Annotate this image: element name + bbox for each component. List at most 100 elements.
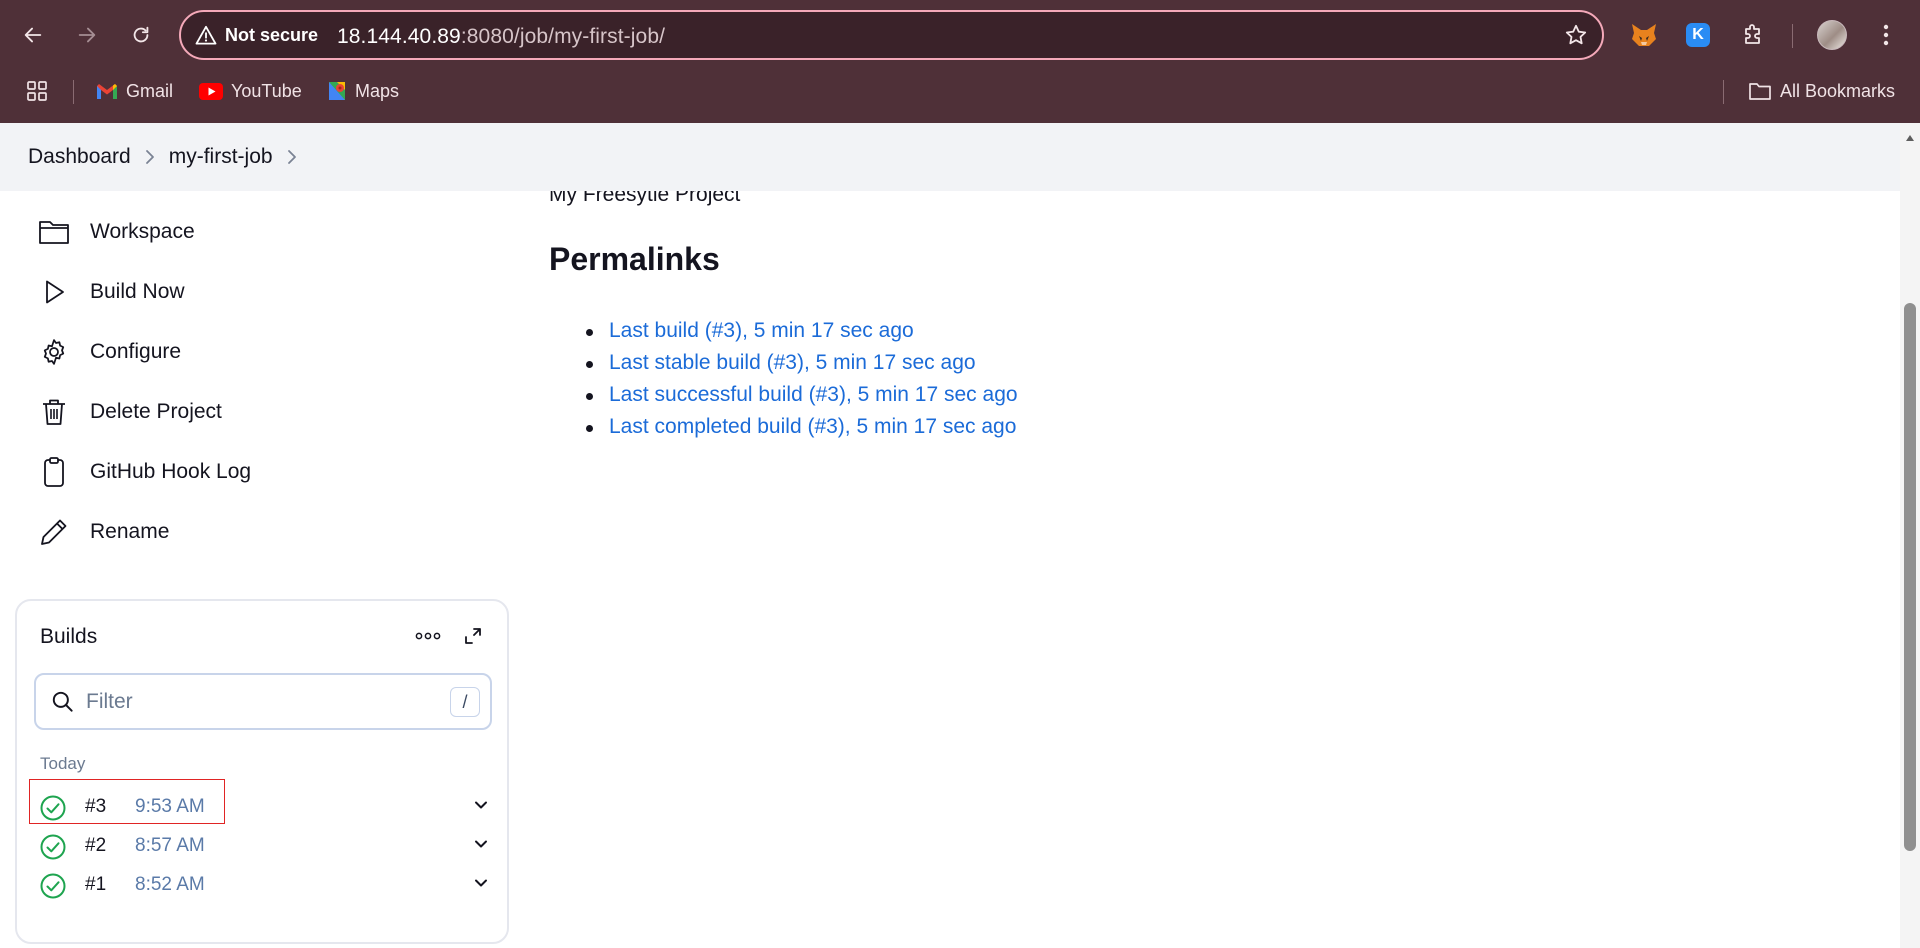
apps-button[interactable] <box>26 78 48 104</box>
security-label: Not secure <box>225 24 319 45</box>
task-build-now[interactable]: Build Now <box>38 272 185 312</box>
puzzle-icon <box>1745 24 1760 44</box>
page-scrollbar[interactable] <box>1900 123 1920 948</box>
permalink-last-build[interactable]: Last build (#3), 5 min 17 sec ago <box>582 319 1018 351</box>
build-number[interactable]: #3 <box>85 796 106 818</box>
task-label: GitHub Hook Log <box>90 460 252 483</box>
build-time: 9:53 AM <box>135 796 205 817</box>
build-group-label: Today <box>40 754 86 773</box>
task-label: Configure <box>90 340 182 363</box>
builds-more-button[interactable] <box>410 621 446 651</box>
arrow-right-icon <box>78 27 96 43</box>
build-number[interactable]: #2 <box>85 835 106 857</box>
reload-button[interactable] <box>124 18 158 52</box>
task-label: Rename <box>90 520 170 543</box>
builds-title: Builds <box>40 625 98 648</box>
bookmark-label: Gmail <box>126 80 174 101</box>
jenkins-page: My Freesytle Project Dashboard my-first-… <box>0 123 1920 948</box>
scrollbar-thumb[interactable] <box>1904 303 1916 851</box>
scroll-up-arrow-icon[interactable] <box>1905 129 1915 147</box>
task-delete-project[interactable]: Delete Project <box>38 392 222 432</box>
builds-filter: / <box>34 673 492 730</box>
site-security-chip[interactable]: Not secure <box>195 24 318 46</box>
task-rename[interactable]: Rename <box>38 512 169 552</box>
k-extension-icon: K <box>1686 23 1710 47</box>
back-button[interactable] <box>16 18 50 52</box>
filter-shortcut-key: / <box>450 687 480 717</box>
permalink-last-successful-build[interactable]: Last successful build (#3), 5 min 17 sec… <box>582 383 1018 415</box>
address-bar[interactable]: Not secure 18.144.40.89:8080/job/my-firs… <box>179 10 1604 60</box>
toolbar-divider <box>1792 24 1793 48</box>
build-row[interactable]: #2 8:57 AM <box>35 825 495 865</box>
task-label: Workspace <box>90 220 195 243</box>
build-row[interactable]: #3 9:53 AM <box>35 786 495 826</box>
extensions-button[interactable] <box>1737 19 1769 51</box>
reload-icon <box>133 26 149 43</box>
youtube-icon <box>199 82 223 100</box>
folder-icon <box>38 216 70 248</box>
build-row[interactable]: #1 8:52 AM <box>35 864 495 904</box>
bookmarks-bar: Gmail YouTube Maps All Bookmarks <box>0 72 1920 110</box>
browser-chrome: Not secure 18.144.40.89:8080/job/my-firs… <box>0 0 1920 123</box>
bookmark-label: Maps <box>355 80 400 101</box>
maps-icon <box>329 82 345 100</box>
star-icon <box>1565 24 1587 45</box>
bookmarks-divider <box>73 80 74 104</box>
avatar <box>1817 20 1847 50</box>
success-check-icon <box>39 872 67 905</box>
gmail-icon <box>97 83 117 99</box>
breadcrumb-job[interactable]: my-first-job <box>169 145 273 169</box>
chevron-down-icon[interactable] <box>472 835 490 858</box>
expand-icon <box>465 628 481 644</box>
build-time: 8:57 AM <box>135 835 205 856</box>
build-number[interactable]: #1 <box>85 874 106 896</box>
breadcrumb-dashboard[interactable]: Dashboard <box>28 145 131 169</box>
metamask-extension-button[interactable] <box>1628 19 1660 51</box>
url-text[interactable]: 18.144.40.89:8080/job/my-first-job/ <box>337 25 665 49</box>
task-github-hook-log[interactable]: GitHub Hook Log <box>38 452 251 492</box>
bookmark-youtube[interactable]: YouTube <box>199 78 302 104</box>
permalinks-heading: Permalinks <box>549 241 720 277</box>
bookmarks-divider <box>1723 80 1724 104</box>
all-bookmarks-label: All Bookmarks <box>1780 80 1896 101</box>
url-path: :8080/job/my-first-job/ <box>460 25 666 48</box>
search-icon <box>50 689 76 720</box>
builds-widget: Builds / Today #3 9:53 AM #2 8:57 AM <box>15 599 509 944</box>
warning-icon <box>195 25 217 45</box>
breadcrumb-separator <box>131 148 169 166</box>
profile-avatar-button[interactable] <box>1816 19 1848 51</box>
fox-icon <box>1632 24 1656 46</box>
browser-menu-button[interactable] <box>1870 19 1902 51</box>
bookmark-gmail[interactable]: Gmail <box>96 78 173 104</box>
chevron-right-icon <box>145 150 154 164</box>
task-label: Delete Project <box>90 400 222 423</box>
permalink-last-stable-build[interactable]: Last stable build (#3), 5 min 17 sec ago <box>582 351 1018 383</box>
bookmark-maps[interactable]: Maps <box>327 78 399 104</box>
permalinks-list: Last build (#3), 5 min 17 sec ago Last s… <box>582 319 1018 447</box>
task-configure[interactable]: Configure <box>38 332 181 372</box>
k-extension-button[interactable]: K <box>1682 19 1714 51</box>
pencil-icon <box>38 516 70 548</box>
build-time: 8:52 AM <box>135 874 205 895</box>
task-label: Build Now <box>90 280 185 303</box>
url-host: 18.144.40.89 <box>337 25 461 48</box>
permalink-last-completed-build[interactable]: Last completed build (#3), 5 min 17 sec … <box>582 415 1018 447</box>
trash-icon <box>38 396 70 428</box>
more-horizontal-icon <box>415 632 441 640</box>
filter-input[interactable] <box>86 687 416 717</box>
apps-grid-icon <box>27 81 47 101</box>
chevron-down-icon[interactable] <box>472 796 490 819</box>
gear-icon <box>38 336 70 368</box>
breadcrumb: Dashboard my-first-job <box>0 123 1900 191</box>
bookmark-star-button[interactable] <box>1564 23 1588 52</box>
chevron-down-icon[interactable] <box>472 874 490 897</box>
play-icon <box>38 276 70 308</box>
task-workspace[interactable]: Workspace <box>38 212 195 252</box>
breadcrumb-job-menu-button[interactable] <box>273 148 311 166</box>
success-check-icon <box>39 794 67 827</box>
bookmark-label: YouTube <box>231 80 302 101</box>
forward-button[interactable] <box>70 18 104 52</box>
builds-expand-button[interactable] <box>458 621 488 651</box>
folder-icon <box>1749 83 1771 100</box>
all-bookmarks-button[interactable]: All Bookmarks <box>1748 78 1895 104</box>
